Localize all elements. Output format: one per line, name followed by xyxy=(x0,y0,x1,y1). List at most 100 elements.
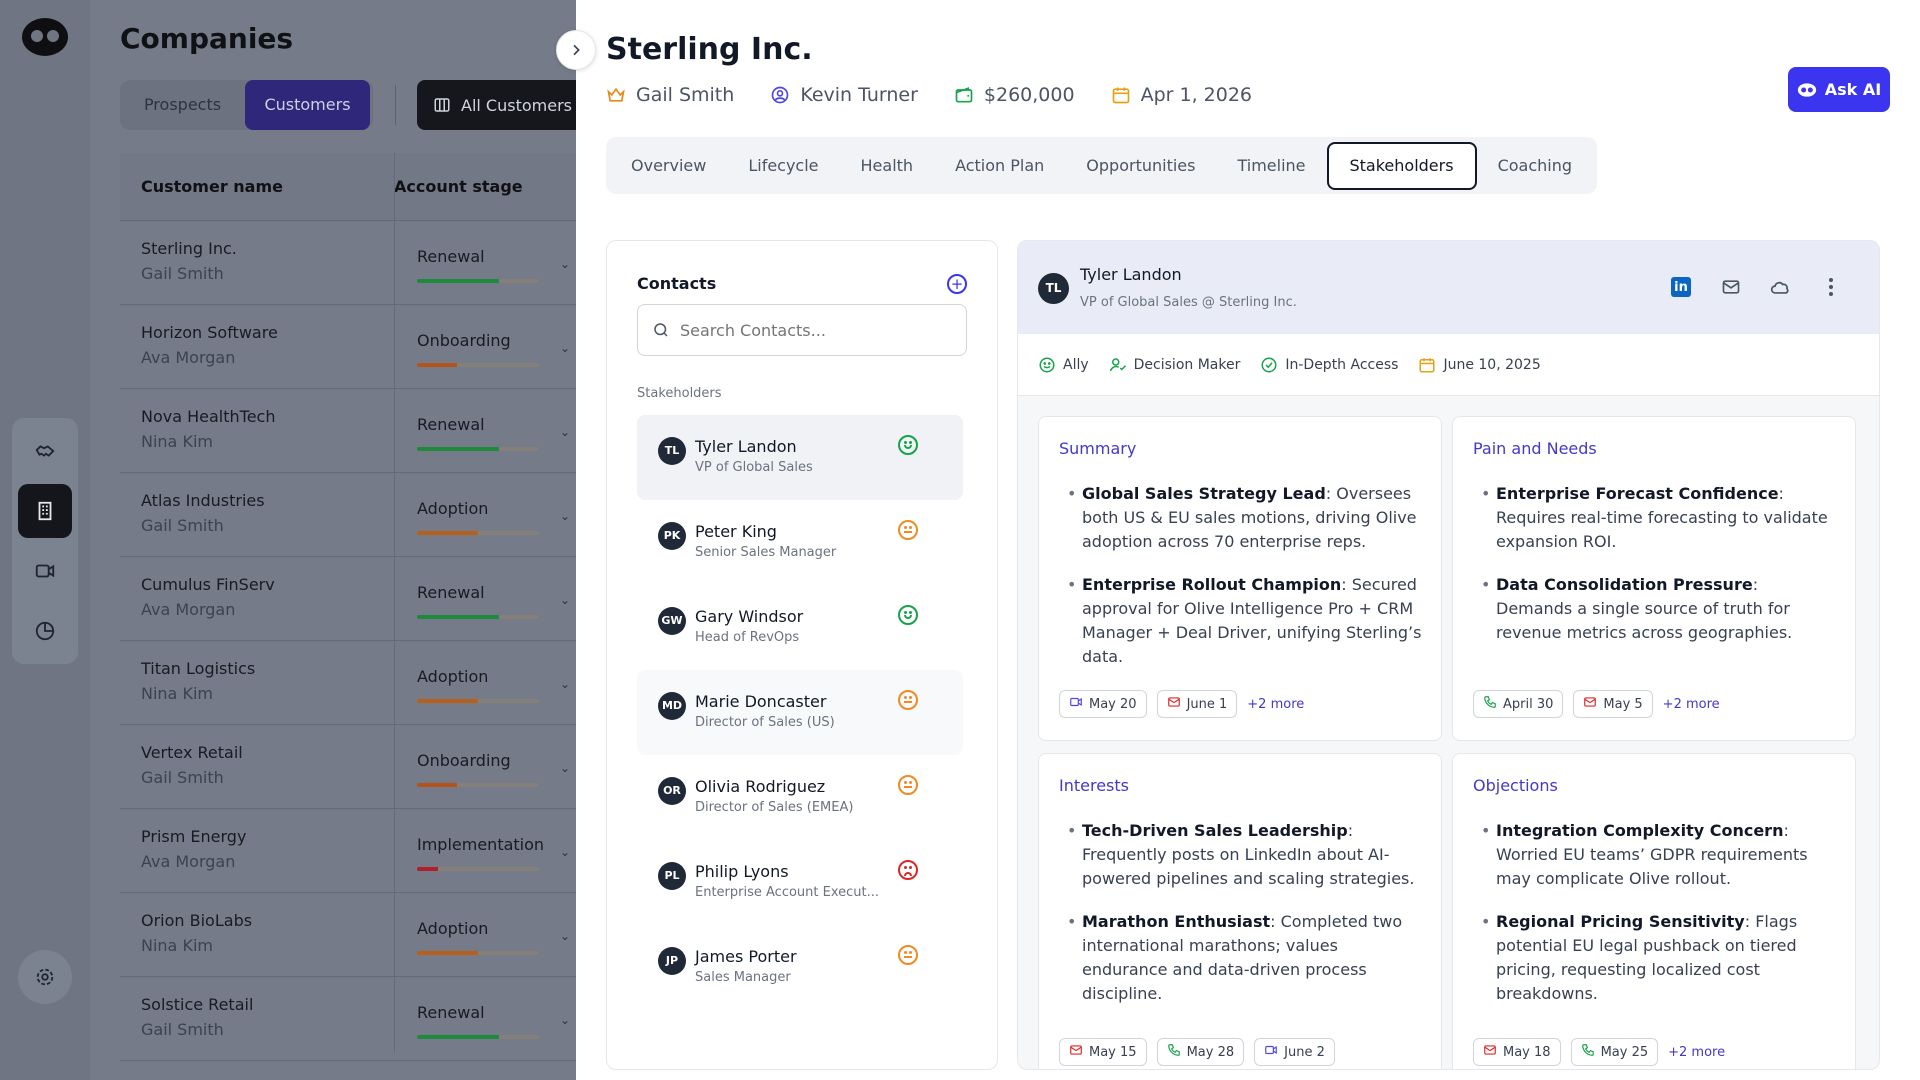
table-row[interactable]: Prism Energy Ava Morgan Implementation ⌄ xyxy=(120,809,576,893)
settings-gear-icon[interactable] xyxy=(18,950,72,1004)
handshake-icon[interactable] xyxy=(18,424,72,478)
table-row[interactable]: Atlas Industries Gail Smith Adoption ⌄ xyxy=(120,473,576,557)
add-contact-plus-icon[interactable]: + xyxy=(947,274,967,294)
owner-name: Gail Smith xyxy=(636,84,735,106)
insight-card-pain-and-needs: Pain and Needs Enterprise Forecast Confid… xyxy=(1452,416,1856,741)
account-tabs: Overview Lifecycle Health Action Plan Opport… xyxy=(606,137,1598,194)
salesforce-cloud-icon[interactable] xyxy=(1767,275,1795,299)
column-header-customer[interactable]: Customer name xyxy=(120,177,394,196)
building-icon[interactable] xyxy=(18,484,72,538)
tab-lifecycle[interactable]: Lifecycle xyxy=(727,142,839,190)
chevron-down-icon[interactable]: ⌄ xyxy=(560,509,570,523)
app-logo[interactable] xyxy=(22,18,68,56)
contact-item[interactable]: GW Gary Windsor Head of RevOps xyxy=(637,585,963,670)
avatar: OR xyxy=(658,777,686,805)
activity-chip[interactable]: May 20 xyxy=(1059,690,1147,718)
column-header-stage[interactable]: Account stage xyxy=(394,177,523,196)
ask-ai-button[interactable]: Ask AI xyxy=(1788,67,1890,112)
tab-overview[interactable]: Overview xyxy=(610,142,727,190)
stage-progress-fill xyxy=(417,699,478,703)
contact-name: Marie Doncaster xyxy=(695,692,827,711)
linkedin-icon[interactable]: in xyxy=(1667,275,1695,299)
chevron-down-icon[interactable]: ⌄ xyxy=(560,677,570,691)
customer-owner: Nina Kim xyxy=(141,684,213,703)
segment-control: Prospects Customers xyxy=(120,80,373,130)
sentiment-happy-icon xyxy=(898,605,918,625)
customer-owner: Nina Kim xyxy=(141,936,213,955)
contact-item[interactable]: PL Philip Lyons Enterprise Account Execut.… xyxy=(637,840,963,925)
chip-date: May 18 xyxy=(1503,1044,1551,1060)
search-contacts-input[interactable] xyxy=(680,320,950,340)
more-activities-link[interactable]: +2 more xyxy=(1668,1045,1725,1060)
collapse-drawer-button[interactable] xyxy=(556,30,596,70)
table-row[interactable]: Cumulus FinServ Ava Morgan Renewal ⌄ xyxy=(120,557,576,641)
chevron-down-icon[interactable]: ⌄ xyxy=(560,761,570,775)
account-stage: Renewal xyxy=(417,1003,485,1022)
tab-health[interactable]: Health xyxy=(840,142,935,190)
more-activities-link[interactable]: +2 more xyxy=(1247,697,1304,712)
video-icon[interactable] xyxy=(18,544,72,598)
badge-ally-label: Ally xyxy=(1063,356,1089,373)
contact-role: Head of RevOps xyxy=(695,630,800,645)
tab-opportunities[interactable]: Opportunities xyxy=(1065,142,1216,190)
all-customers-button[interactable]: All Customers xyxy=(417,80,576,130)
tab-stakeholders[interactable]: Stakeholders xyxy=(1326,141,1477,190)
account-stage: Renewal xyxy=(417,583,485,602)
contact-item[interactable]: OR Olivia Rodriguez Director of Sales (EME… xyxy=(637,755,963,840)
activity-chip[interactable]: May 15 xyxy=(1059,1038,1147,1066)
chevron-down-icon[interactable]: ⌄ xyxy=(560,257,570,271)
insight-card-objections: Objections Integration Complexity Concern… xyxy=(1452,753,1856,1069)
activity-chip[interactable]: June 2 xyxy=(1254,1038,1335,1066)
chevron-down-icon[interactable]: ⌄ xyxy=(560,593,570,607)
table-row[interactable]: Orion BioLabs Nina Kim Adoption ⌄ xyxy=(120,893,576,977)
account-stage: Renewal xyxy=(417,247,485,266)
chip-date: May 15 xyxy=(1089,1044,1137,1060)
card-bullet: Enterprise Rollout Champion: Secured app… xyxy=(1059,573,1423,669)
account-stage: Onboarding xyxy=(417,331,511,350)
activity-chip[interactable]: May 5 xyxy=(1573,690,1653,718)
contacts-heading: Contacts xyxy=(637,274,717,293)
contact-item[interactable]: MD Marie Doncaster Director of Sales (US) xyxy=(637,670,963,755)
stage-progress-fill xyxy=(417,447,499,451)
more-vertical-icon[interactable] xyxy=(1817,275,1845,299)
table-row[interactable]: Horizon Software Ava Morgan Onboarding ⌄ xyxy=(120,305,576,389)
segment-prospects[interactable]: Prospects xyxy=(120,80,245,130)
pie-chart-icon[interactable] xyxy=(18,604,72,658)
video-icon xyxy=(1069,695,1083,713)
table-row[interactable]: Sterling Inc. Gail Smith Renewal ⌄ xyxy=(120,221,576,305)
table-row[interactable]: Solstice Retail Gail Smith Renewal ⌄ xyxy=(120,977,576,1061)
contacts-list: TL Tyler Landon VP of Global Sales PK Peter … xyxy=(637,415,963,1010)
table-row[interactable]: Vertex Retail Gail Smith Onboarding ⌄ xyxy=(120,725,576,809)
contacts-panel: Contacts + Stakeholders TL Tyler Landon VP… xyxy=(606,240,998,1070)
mail-icon[interactable] xyxy=(1717,275,1745,299)
activity-chip[interactable]: May 25 xyxy=(1570,1038,1659,1066)
contact-item[interactable]: PK Peter King Senior Sales Manager xyxy=(637,500,963,585)
activity-chip[interactable]: May 28 xyxy=(1156,1038,1245,1066)
activity-chip[interactable]: May 18 xyxy=(1473,1038,1561,1066)
chevron-down-icon[interactable]: ⌄ xyxy=(560,341,570,355)
contact-item[interactable]: JP James Porter Sales Manager xyxy=(637,925,963,1010)
contact-item[interactable]: TL Tyler Landon VP of Global Sales xyxy=(637,415,963,500)
chevron-down-icon[interactable]: ⌄ xyxy=(560,929,570,943)
contact-search xyxy=(637,304,967,356)
table-row[interactable]: Nova HealthTech Nina Kim Renewal ⌄ xyxy=(120,389,576,473)
stage-progress-bar xyxy=(417,447,539,451)
chevron-down-icon[interactable]: ⌄ xyxy=(560,425,570,439)
activity-chip[interactable]: June 1 xyxy=(1156,690,1238,718)
chevron-down-icon[interactable]: ⌄ xyxy=(560,845,570,859)
badge-ally: Ally xyxy=(1038,356,1089,374)
segment-customers[interactable]: Customers xyxy=(245,80,370,130)
card-bullet: Data Consolidation Pressure: Demands a s… xyxy=(1473,573,1837,645)
more-activities-link[interactable]: +2 more xyxy=(1663,697,1720,712)
table-row[interactable]: Titan Logistics Nina Kim Adoption ⌄ xyxy=(120,641,576,725)
tab-coaching[interactable]: Coaching xyxy=(1477,142,1593,190)
chip-date: May 5 xyxy=(1603,696,1643,712)
tab-timeline[interactable]: Timeline xyxy=(1216,142,1326,190)
stage-progress-bar xyxy=(417,279,539,283)
avatar: GW xyxy=(658,607,686,635)
customer-owner: Nina Kim xyxy=(141,432,213,451)
card-bullet: Tech-Driven Sales Leadership: Frequently… xyxy=(1059,819,1423,891)
tab-action-plan[interactable]: Action Plan xyxy=(934,142,1065,190)
activity-chip[interactable]: April 30 xyxy=(1473,690,1564,718)
chevron-down-icon[interactable]: ⌄ xyxy=(560,1013,570,1027)
